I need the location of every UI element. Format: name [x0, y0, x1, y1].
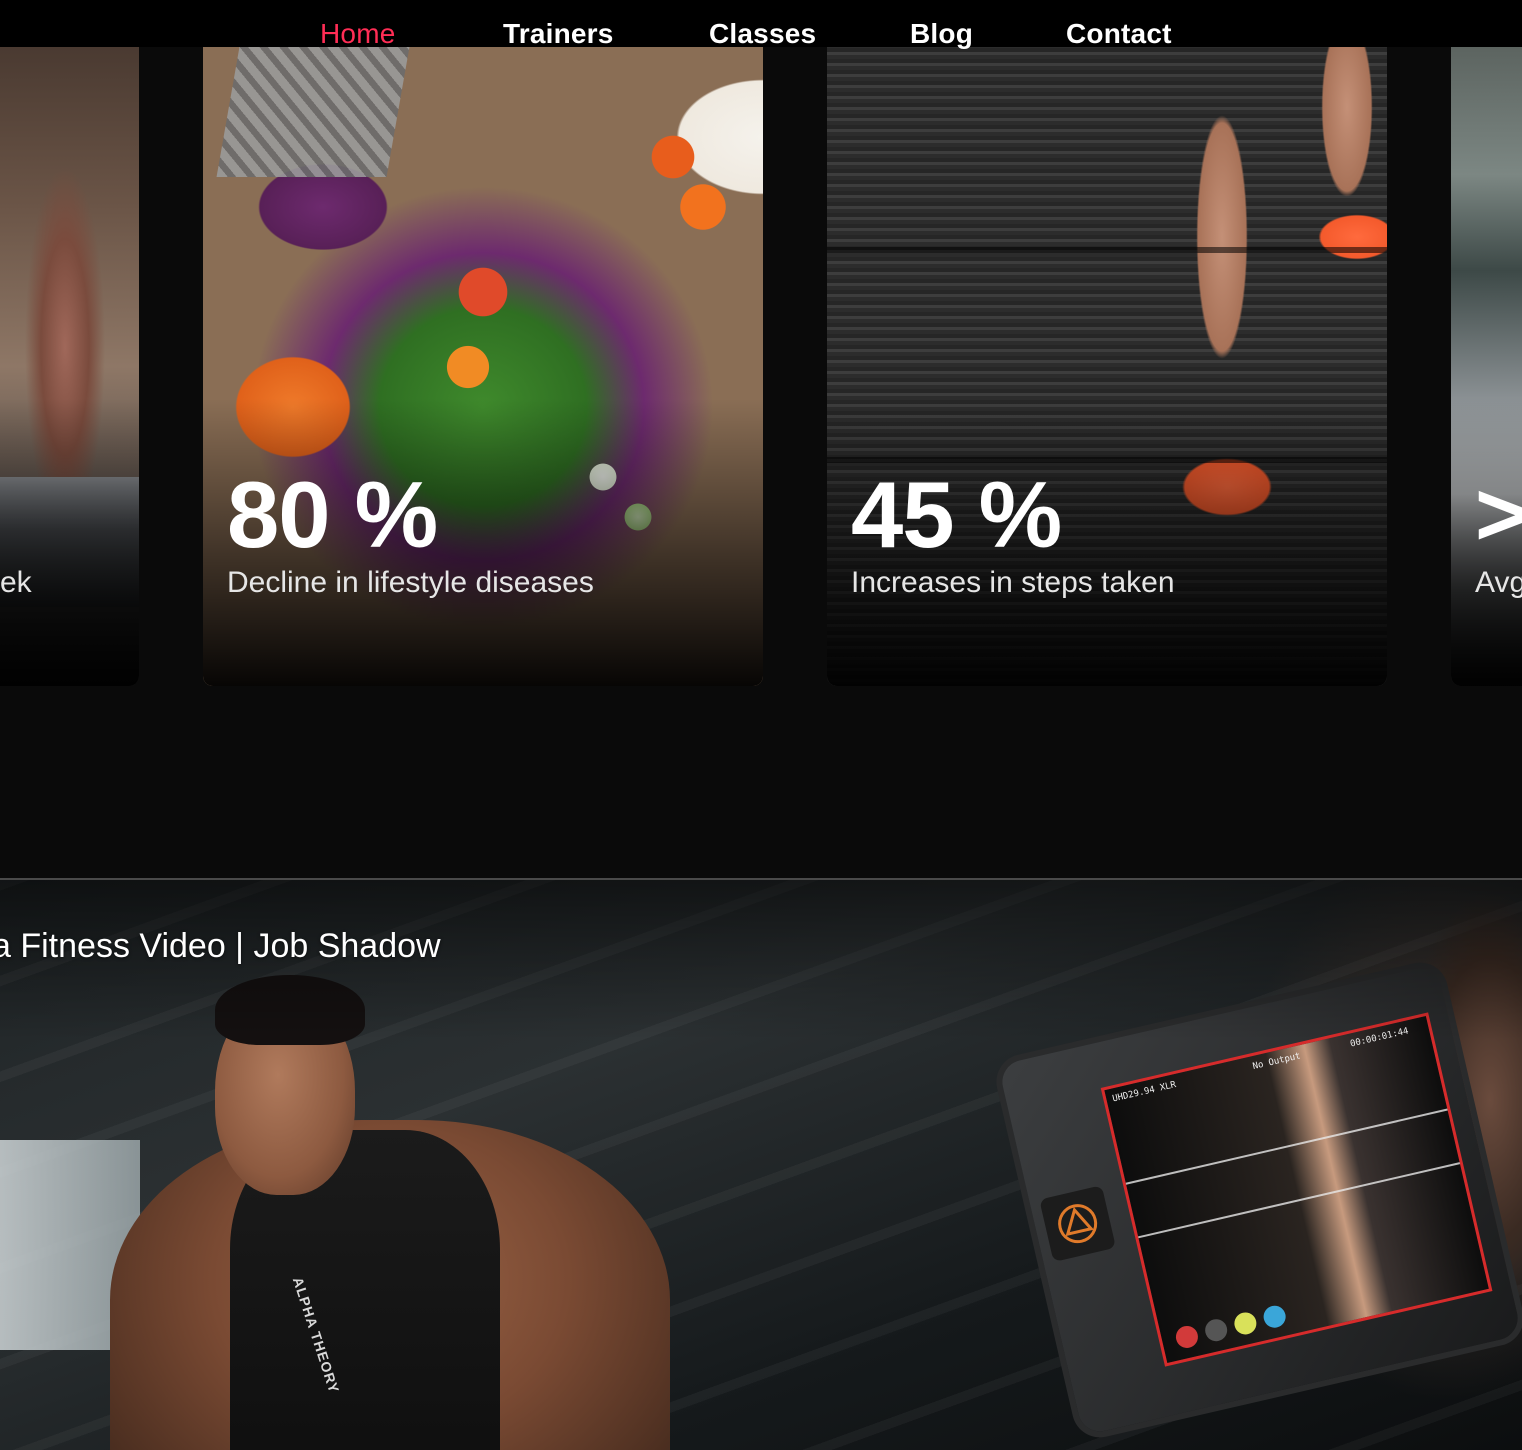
stat-value: >	[1475, 465, 1522, 565]
play-icon	[1202, 1317, 1230, 1344]
video-player[interactable]: ALPHA THEORY UHD29.94 XLR No Output 00:0…	[0, 880, 1522, 1450]
nav-link-blog[interactable]: Blog	[910, 16, 973, 52]
monitor-output: No Output	[1251, 1051, 1302, 1073]
stat-card-lifestyle-diseases[interactable]: 80 % Decline in lifestyle diseases	[203, 47, 763, 686]
stat-value: 80 %	[227, 462, 438, 567]
nav-link-trainers[interactable]: Trainers	[503, 16, 614, 52]
stat-description: Increases in steps taken	[851, 566, 1175, 599]
video-title[interactable]: a Fitness Video | Job Shadow	[0, 924, 441, 968]
atomos-logo-icon	[1039, 1185, 1117, 1263]
stat-card-steps[interactable]: 45 % Increases in steps taken	[827, 47, 1387, 686]
record-icon	[1173, 1323, 1201, 1351]
nav-link-home[interactable]: Home	[320, 16, 396, 52]
stat-description: Avg	[1475, 566, 1522, 599]
stat-description: ek	[0, 566, 32, 599]
stat-card-weight[interactable]: ek	[0, 47, 139, 686]
monitor-button-icon	[1232, 1310, 1259, 1337]
stat-description: Decline in lifestyle diseases	[227, 566, 594, 599]
monitor-screen: UHD29.94 XLR No Output 00:00:01:44	[1100, 1012, 1493, 1367]
stat-card-average[interactable]: > Avg	[1451, 47, 1522, 686]
monitor-button-icon	[1261, 1303, 1288, 1330]
monitor-guide-line	[1125, 1108, 1448, 1185]
monitor-guide-line	[1138, 1162, 1461, 1239]
nav-link-contact[interactable]: Contact	[1066, 16, 1172, 52]
top-nav: Home Trainers Classes Blog Contact	[0, 0, 1522, 49]
monitor-format: UHD29.94 XLR	[1111, 1080, 1178, 1105]
stat-value: 45 %	[851, 462, 1062, 567]
nav-link-classes[interactable]: Classes	[709, 16, 816, 52]
page: Home Trainers Classes Blog Contact ek 80…	[0, 0, 1522, 1450]
